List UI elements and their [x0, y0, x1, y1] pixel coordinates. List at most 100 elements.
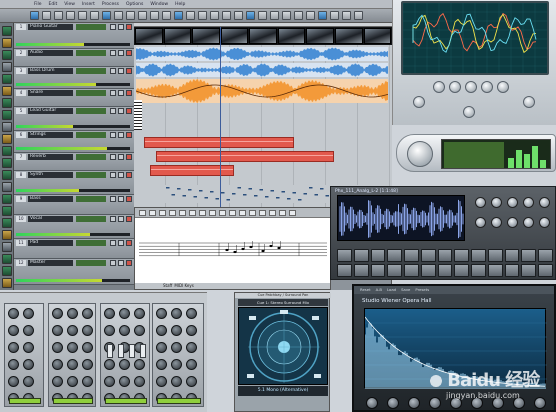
gain-knob[interactable] [67, 342, 78, 353]
gain-knob[interactable] [119, 325, 130, 336]
gain-knob[interactable] [156, 308, 167, 319]
tool-icon[interactable] [2, 86, 12, 96]
channel-fader[interactable] [118, 344, 124, 358]
gain-knob[interactable] [104, 359, 115, 370]
sampler-pad[interactable] [504, 249, 520, 262]
toolbar-button[interactable] [306, 11, 315, 20]
record-button[interactable] [126, 216, 132, 222]
gain-knob[interactable] [82, 359, 93, 370]
gain-knob[interactable] [134, 376, 145, 387]
track-header[interactable]: 5 Lead Guitar [14, 107, 134, 131]
tool-icon[interactable] [2, 98, 12, 108]
tool-icon[interactable] [2, 146, 12, 156]
tool-icon[interactable] [2, 110, 12, 120]
gain-knob[interactable] [82, 376, 93, 387]
record-button[interactable] [126, 50, 132, 56]
sampler-pad[interactable] [471, 264, 486, 277]
tool-icon[interactable] [2, 38, 12, 48]
gain-knob[interactable] [156, 342, 167, 353]
sampler-knob[interactable] [491, 217, 502, 228]
gain-knob[interactable] [67, 325, 78, 336]
tool-icon[interactable] [2, 74, 12, 84]
toolbar-button[interactable] [342, 11, 351, 20]
track-name[interactable]: Piano Guitar [28, 24, 73, 30]
score-tool-button[interactable] [249, 210, 256, 216]
score-tool-button[interactable] [189, 210, 196, 216]
track-name[interactable]: Vocal [28, 216, 73, 222]
tool-icon[interactable] [2, 230, 12, 240]
toolbar-button[interactable] [354, 11, 363, 20]
toolbar-button[interactable] [222, 11, 231, 20]
tool-icon[interactable] [2, 158, 12, 168]
sampler-knob[interactable] [507, 217, 518, 228]
menu-insert[interactable]: Insert [82, 2, 95, 7]
menu-presets[interactable]: Presets [415, 286, 429, 294]
sampler-pad[interactable] [538, 249, 553, 262]
mute-button[interactable] [110, 196, 116, 202]
sampler-knob[interactable] [523, 197, 534, 208]
tool-icon[interactable] [2, 218, 12, 228]
score-tool-button[interactable] [269, 210, 276, 216]
track-name[interactable]: Reverb [28, 154, 73, 160]
tool-icon[interactable] [2, 242, 12, 252]
gain-knob[interactable] [186, 359, 197, 370]
mute-button[interactable] [110, 240, 116, 246]
score-tool-button[interactable] [259, 210, 266, 216]
mute-button[interactable] [110, 24, 116, 30]
tab-midi-keys[interactable]: MIDI Keys [174, 283, 194, 289]
gain-knob[interactable] [134, 325, 145, 336]
track-name[interactable]: Synth [28, 172, 73, 178]
mute-button[interactable] [110, 260, 116, 266]
sampler-pad[interactable] [538, 264, 553, 277]
gain-knob[interactable] [23, 376, 34, 387]
track-name[interactable]: Audio [28, 50, 73, 56]
toolbar-button[interactable] [318, 11, 327, 20]
tool-icon[interactable] [2, 194, 12, 204]
record-button[interactable] [126, 132, 132, 138]
menu-reset[interactable]: Reset [360, 286, 371, 294]
gain-knob[interactable] [67, 308, 78, 319]
record-button[interactable] [126, 196, 132, 202]
sampler-knob[interactable] [539, 217, 550, 228]
toolbar-button[interactable] [210, 11, 219, 20]
gain-knob[interactable] [156, 359, 167, 370]
sampler-pad[interactable] [420, 264, 436, 277]
gain-knob[interactable] [119, 308, 130, 319]
menu-save[interactable]: Save [401, 286, 410, 294]
gain-knob[interactable] [171, 359, 182, 370]
record-button[interactable] [126, 24, 132, 30]
sampler-knob[interactable] [475, 217, 486, 228]
mute-button[interactable] [110, 90, 116, 96]
sampler-pad[interactable] [454, 264, 470, 277]
audio-clip-1[interactable] [136, 47, 388, 61]
reverb-knob[interactable] [429, 397, 441, 409]
menu-process[interactable]: Process [102, 2, 119, 7]
gain-knob[interactable] [104, 325, 115, 336]
channel-fader[interactable] [129, 344, 135, 358]
gain-knob[interactable] [134, 359, 145, 370]
track-header[interactable]: 12 Master [14, 259, 134, 285]
tool-icon[interactable] [2, 122, 12, 132]
record-button[interactable] [126, 108, 132, 114]
gain-knob[interactable] [119, 359, 130, 370]
solo-button[interactable] [118, 50, 124, 56]
track-header[interactable]: 8 Synth [14, 171, 134, 195]
tool-icon[interactable] [2, 206, 12, 216]
toolbar-button[interactable] [234, 11, 243, 20]
solo-button[interactable] [118, 196, 124, 202]
solo-button[interactable] [118, 132, 124, 138]
midi-clip[interactable] [144, 137, 294, 148]
channel-fader[interactable] [107, 344, 113, 358]
tool-icon[interactable] [2, 254, 12, 264]
sampler-pad[interactable] [387, 249, 403, 262]
menu-help[interactable]: Help [175, 2, 185, 7]
solo-button[interactable] [118, 154, 124, 160]
main-knob[interactable] [407, 141, 433, 167]
tool-icon[interactable] [2, 182, 12, 192]
toolbar-button[interactable] [174, 11, 183, 20]
audio-clip-2[interactable] [136, 63, 388, 77]
solo-button[interactable] [118, 108, 124, 114]
midi-clip[interactable] [156, 151, 334, 162]
piano-roll-keys[interactable] [134, 100, 142, 130]
sampler-pad[interactable] [353, 249, 369, 262]
